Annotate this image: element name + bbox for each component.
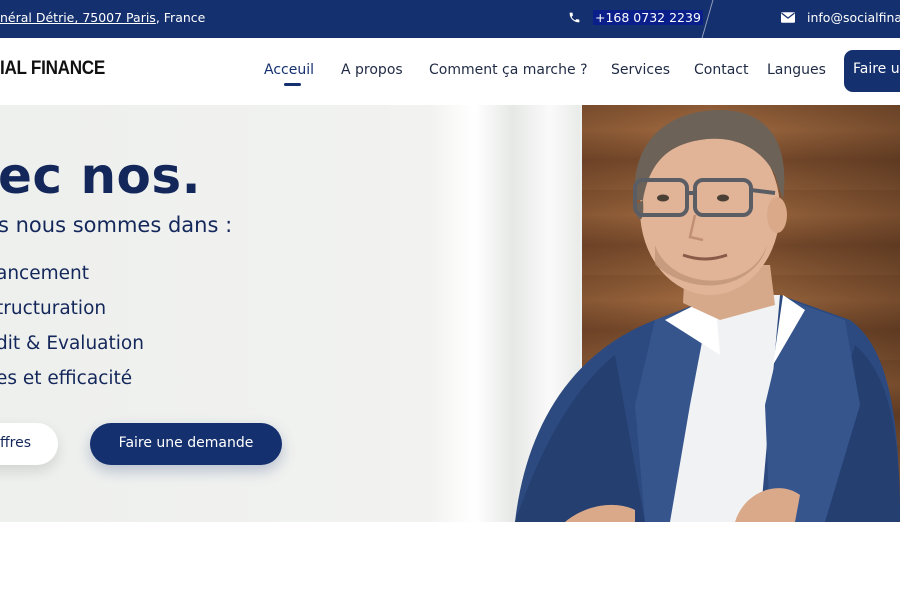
address-country: , France	[155, 10, 206, 25]
service-item: tructuration	[0, 298, 107, 319]
nav-accueil[interactable]: Acceuil	[264, 62, 314, 86]
main-navbar: IAL FINANCE Acceuil A propos Comment ça …	[0, 38, 900, 105]
address: néral Détrie, 75007 Paris, France	[0, 10, 205, 25]
top-bar: néral Détrie, 75007 Paris, France +168 0…	[0, 0, 900, 38]
topbar-divider	[701, 0, 714, 38]
service-item: ancement	[0, 263, 89, 284]
phone-icon	[569, 12, 580, 23]
site-logo[interactable]: IAL FINANCE	[0, 58, 105, 80]
nav-services[interactable]: Services	[611, 62, 670, 78]
nav-contact[interactable]: Contact	[694, 62, 748, 78]
nav-cta-button[interactable]: Faire un	[844, 50, 900, 92]
hero-subtitle: s nous sommes dans :	[0, 213, 233, 237]
service-item: dit & Evaluation	[0, 333, 144, 354]
service-item: es et efficacité	[0, 368, 133, 389]
nav-comment-ca-marche[interactable]: Comment ça marche ?	[429, 62, 588, 78]
email-address[interactable]: info@socialfinar	[807, 10, 900, 25]
offres-button[interactable]: ffres	[0, 423, 58, 465]
address-link[interactable]: néral Détrie, 75007 Paris	[0, 10, 156, 25]
businessman-photo	[515, 110, 900, 522]
hero-section: ec nos. s nous sommes dans : ancement tr…	[0, 105, 900, 522]
email-contact[interactable]: info@socialfinar	[781, 10, 900, 25]
faire-une-demande-button[interactable]: Faire une demande	[90, 423, 282, 465]
phone-number[interactable]: +168 0732 2239	[593, 10, 703, 25]
nav-a-propos[interactable]: A propos	[341, 62, 403, 78]
envelope-icon	[781, 12, 795, 23]
phone-contact[interactable]: +168 0732 2239	[568, 10, 703, 25]
nav-langues[interactable]: Langues	[767, 62, 826, 78]
hero-title: ec nos.	[0, 147, 202, 205]
